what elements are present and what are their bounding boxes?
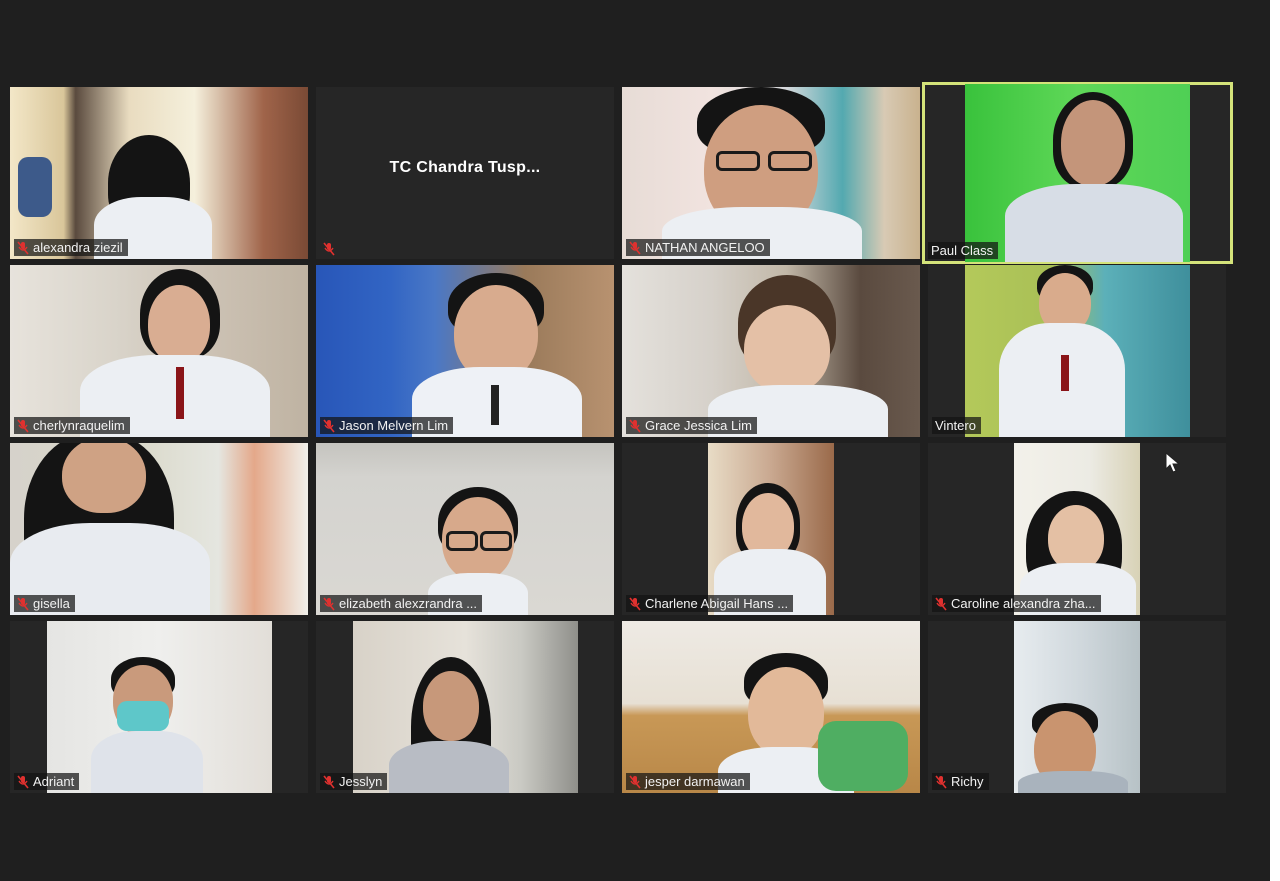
participant-video [10, 443, 308, 615]
mic-muted-icon [17, 240, 29, 255]
participant-name-text: Grace Jessica Lim [645, 418, 752, 433]
participant-name: Adriant [14, 773, 80, 790]
participant-name-text: NATHAN ANGELOO [645, 240, 765, 255]
participant-name-text: cherlynraquelim [33, 418, 125, 433]
participant-video [708, 443, 834, 615]
participant-name-text: Richy [951, 774, 984, 789]
mic-muted-icon [935, 596, 947, 611]
mic-muted-icon [629, 596, 641, 611]
participant-grid: alexandra ziezil TC Chandra Tusp... NATH… [10, 82, 1233, 793]
participant-video [1014, 443, 1140, 615]
participant-name-text: gisella [33, 596, 70, 611]
participant-name-text: alexandra ziezil [33, 240, 123, 255]
participant-tile[interactable]: NATHAN ANGELOO [622, 87, 920, 259]
participant-name-text: jesper darmawan [645, 774, 745, 789]
participant-tile[interactable]: cherlynraquelim [10, 265, 308, 437]
participant-name-text: elizabeth alexzrandra ... [339, 596, 478, 611]
participant-name [320, 242, 340, 256]
participant-name-text: Jason Melvern Lim [339, 418, 449, 433]
participant-name-text: Vintero [935, 418, 976, 433]
participant-name: Paul Class [928, 242, 999, 259]
participant-video [316, 265, 614, 437]
participant-tile[interactable]: alexandra ziezil [10, 87, 308, 259]
participant-name-text: Paul Class [931, 243, 994, 258]
participant-name: NATHAN ANGELOO [626, 239, 770, 256]
participant-name: jesper darmawan [626, 773, 750, 790]
mic-muted-icon [17, 596, 29, 611]
participant-name: gisella [14, 595, 75, 612]
mic-muted-icon [629, 774, 641, 789]
participant-video [353, 621, 578, 793]
participant-video [316, 443, 614, 615]
participant-name: Caroline alexandra zha... [932, 595, 1101, 612]
participant-name: Vintero [932, 417, 981, 434]
participant-tile[interactable]: gisella [10, 443, 308, 615]
window-edge [1270, 0, 1280, 881]
participant-video [10, 265, 308, 437]
participant-name-text: Caroline alexandra zha... [951, 596, 1096, 611]
participant-tile[interactable]: Richy [928, 621, 1226, 793]
participant-name: cherlynraquelim [14, 417, 130, 434]
participant-tile[interactable]: Adriant [10, 621, 308, 793]
participant-name: Richy [932, 773, 989, 790]
mic-muted-icon [629, 418, 641, 433]
mic-muted-icon [629, 240, 641, 255]
participant-tile[interactable]: Jesslyn [316, 621, 614, 793]
participant-name: Charlene Abigail Hans ... [626, 595, 794, 612]
participant-tile[interactable]: Caroline alexandra zha... [928, 443, 1226, 615]
participant-tile-active-speaker[interactable]: Paul Class [922, 82, 1233, 264]
participant-name: elizabeth alexzrandra ... [320, 595, 483, 612]
mouse-pointer-icon [1165, 452, 1181, 473]
participant-tile[interactable]: jesper darmawan [622, 621, 920, 793]
participant-tile[interactable]: Grace Jessica Lim [622, 265, 920, 437]
participant-video [10, 87, 308, 259]
participant-tile[interactable]: Charlene Abigail Hans ... [622, 443, 920, 615]
zoom-gallery-view: { "meeting": { "view": "gallery", "parti… [0, 0, 1280, 881]
mic-muted-icon [17, 774, 29, 789]
participant-name: alexandra ziezil [14, 239, 128, 256]
participant-name: Jason Melvern Lim [320, 417, 454, 434]
participant-name-text: Adriant [33, 774, 75, 789]
participant-video [47, 621, 272, 793]
participant-tile[interactable]: TC Chandra Tusp... [316, 87, 614, 259]
mic-muted-icon [323, 418, 335, 433]
participant-name: Jesslyn [320, 773, 388, 790]
participant-name-text: Jesslyn [339, 774, 383, 789]
participant-video [622, 265, 920, 437]
participant-video [965, 84, 1190, 262]
participant-name: Grace Jessica Lim [626, 417, 757, 434]
participant-video [622, 621, 920, 793]
participant-name-placeholder: TC Chandra Tusp... [389, 159, 541, 176]
participant-tile[interactable]: Vintero [928, 265, 1226, 437]
participant-video [1014, 621, 1140, 793]
participant-video [622, 87, 920, 259]
participant-tile[interactable]: elizabeth alexzrandra ... [316, 443, 614, 615]
mic-muted-icon [323, 774, 335, 789]
mic-muted-icon [323, 596, 335, 611]
mic-muted-icon [323, 242, 335, 256]
mic-muted-icon [17, 418, 29, 433]
mic-muted-icon [935, 774, 947, 789]
participant-name-text: Charlene Abigail Hans ... [645, 596, 789, 611]
participant-video [965, 265, 1190, 437]
participant-tile[interactable]: Jason Melvern Lim [316, 265, 614, 437]
